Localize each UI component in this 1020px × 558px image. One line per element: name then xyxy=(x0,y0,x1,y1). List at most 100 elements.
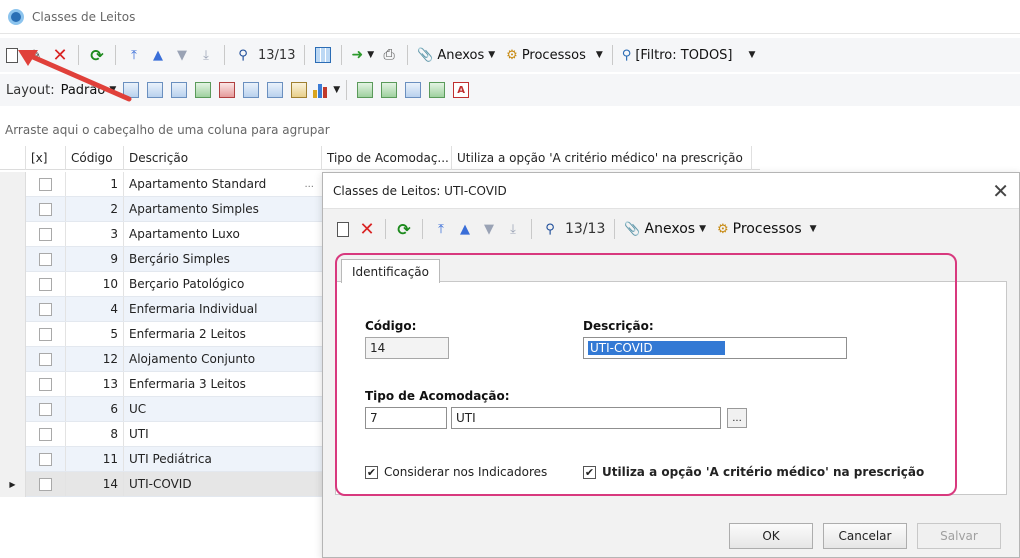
dialog-new-button[interactable] xyxy=(334,218,352,240)
filter-icon: ⚲ xyxy=(621,47,632,63)
column-header-description[interactable]: Descrição xyxy=(124,146,322,170)
cell-description: Enfermaria 3 Leitos xyxy=(129,377,246,391)
previous-record-button[interactable]: ▲ xyxy=(149,44,167,66)
cell-description: Berçario Patológico xyxy=(129,277,245,291)
save-button[interactable]: Salvar xyxy=(917,523,1001,549)
table-row[interactable]: 1 Apartamento Standard... xyxy=(0,172,322,197)
row-checkbox[interactable] xyxy=(39,227,52,241)
code-field[interactable]: 14 xyxy=(365,337,449,359)
table-row[interactable]: 5 Enfermaria 2 Leitos xyxy=(0,322,322,347)
cell-description: Berçário Simples xyxy=(129,252,230,266)
cell-ellipsis[interactable]: ... xyxy=(304,179,314,190)
row-checkbox[interactable] xyxy=(39,177,52,191)
row-indicator xyxy=(0,297,26,322)
processes-button[interactable]: ⚙ Processos ▼ xyxy=(506,44,603,66)
table-row[interactable]: 4 Enfermaria Individual xyxy=(0,297,322,322)
delete-icon: ✕ xyxy=(52,44,68,66)
chart-icon[interactable] xyxy=(313,82,328,98)
filter-row-icon[interactable] xyxy=(243,82,260,98)
description-field[interactable]: UTI-COVID xyxy=(583,337,847,359)
row-checkbox[interactable] xyxy=(39,452,52,466)
first-record-button[interactable]: ⤒ xyxy=(125,44,143,66)
dialog-previous-button[interactable]: ▲ xyxy=(456,218,474,240)
row-checkbox[interactable] xyxy=(39,277,52,291)
tab-identification[interactable]: Identificação xyxy=(341,259,440,283)
previous-icon: ▲ xyxy=(460,221,470,237)
toolbar-separator xyxy=(304,45,306,65)
layout-save-icon[interactable] xyxy=(123,82,140,98)
accommodation-type-code-field[interactable]: 7 xyxy=(365,407,447,429)
chevron-down-icon[interactable]: ▼ xyxy=(333,85,340,95)
import-grid-icon[interactable] xyxy=(219,82,236,98)
attachments-button[interactable]: 📎 Anexos ▼ xyxy=(417,44,495,66)
accommodation-lookup-button[interactable]: ... xyxy=(727,408,747,428)
layout-preset-dropdown[interactable]: Padrão ▼ xyxy=(61,79,117,101)
column-header-accommodation-type[interactable]: Tipo de Acomodaç...▲ xyxy=(322,146,452,170)
dialog-next-button[interactable]: ▼ xyxy=(480,218,498,240)
dialog-processes-button[interactable]: ⚙ Processos ▼ xyxy=(717,218,817,240)
cell-code: 4 xyxy=(66,297,124,321)
dialog-first-button[interactable]: ⤒ xyxy=(432,218,450,240)
table-row[interactable]: 2 Apartamento Simples xyxy=(0,197,322,222)
table-row[interactable]: 10 Berçario Patológico xyxy=(0,272,322,297)
table-row[interactable]: ▶ 14 UTI-COVID xyxy=(0,472,322,497)
close-icon[interactable]: ✕ xyxy=(992,179,1009,203)
print-button[interactable]: ⎙ xyxy=(380,44,398,66)
grid-view-button[interactable] xyxy=(314,44,332,66)
row-checkbox[interactable] xyxy=(39,302,52,316)
row-checkbox[interactable] xyxy=(39,377,52,391)
refresh-button[interactable]: ⟳ xyxy=(88,44,106,66)
view-table-icon[interactable] xyxy=(405,82,422,98)
column-header-code[interactable]: Código xyxy=(66,146,124,170)
consider-indicators-checkbox[interactable]: ✔ Considerar nos Indicadores xyxy=(365,465,547,479)
filter-button[interactable]: ⚲ [Filtro: TODOS] ▼ xyxy=(622,44,756,66)
table-row[interactable]: 9 Berçário Simples xyxy=(0,247,322,272)
font-icon[interactable]: A xyxy=(453,82,470,98)
filter-label: [Filtro: TODOS] xyxy=(635,47,733,63)
columns-icon[interactable] xyxy=(171,82,188,98)
delete-record-button[interactable]: ✕ xyxy=(51,44,69,66)
row-checkbox[interactable] xyxy=(39,252,52,266)
dialog-refresh-button[interactable]: ⟳ xyxy=(395,218,413,240)
new-record-button[interactable] xyxy=(3,44,21,66)
last-record-button[interactable]: ⤓ xyxy=(197,44,215,66)
export-grid-icon[interactable] xyxy=(195,82,212,98)
table-row[interactable]: 3 Apartamento Luxo xyxy=(0,222,322,247)
table-row[interactable]: 11 UTI Pediátrica xyxy=(0,447,322,472)
row-checkbox[interactable] xyxy=(39,477,52,491)
row-checkbox[interactable] xyxy=(39,202,52,216)
table-row[interactable]: 6 UC xyxy=(0,397,322,422)
row-checkbox[interactable] xyxy=(39,427,52,441)
row-checkbox[interactable] xyxy=(39,402,52,416)
sum-icon[interactable] xyxy=(267,82,284,98)
refresh-icon: ⟳ xyxy=(397,219,411,239)
table-row[interactable]: 8 UTI xyxy=(0,422,322,447)
column-header-medical-criteria[interactable]: Utiliza a opção 'A critério médico' na p… xyxy=(452,146,752,170)
first-icon: ⤒ xyxy=(438,221,444,237)
edit-record-button[interactable]: ✎ xyxy=(27,44,45,66)
view-green-alt-icon[interactable] xyxy=(381,82,398,98)
table-row[interactable]: 13 Enfermaria 3 Leitos xyxy=(0,372,322,397)
layout-load-icon[interactable] xyxy=(147,82,164,98)
search-button[interactable]: ⚲ xyxy=(234,44,252,66)
view-card-icon[interactable] xyxy=(429,82,446,98)
row-checkbox[interactable] xyxy=(39,352,52,366)
layout-toolbar: Layout: Padrão ▼ ▼ A xyxy=(0,74,1020,106)
dialog-attachments-button[interactable]: 📎 Anexos ▼ xyxy=(624,218,706,240)
row-checkbox[interactable] xyxy=(39,327,52,341)
column-header-select[interactable]: [x] xyxy=(26,146,66,170)
next-record-button[interactable]: ▼ xyxy=(173,44,191,66)
export-button[interactable]: ➜ ▼ xyxy=(351,44,374,66)
chevron-down-icon: ▼ xyxy=(595,50,603,60)
dialog-delete-button[interactable]: ✕ xyxy=(358,218,376,240)
dialog-last-button[interactable]: ⤓ xyxy=(504,218,522,240)
medical-criteria-checkbox[interactable]: ✔ Utiliza a opção 'A critério médico' na … xyxy=(583,465,924,479)
accommodation-type-name-field[interactable]: UTI xyxy=(451,407,721,429)
ok-button[interactable]: OK xyxy=(729,523,813,549)
view-green-icon[interactable] xyxy=(357,82,374,98)
cancel-button[interactable]: Cancelar xyxy=(823,523,907,549)
dialog-search-button[interactable]: ⚲ xyxy=(541,218,559,240)
main-toolbar: ✎ ✕ ⟳ ⤒ ▲ ▼ ⤓ ⚲ 13/13 ➜ ▼ ⎙ 📎 Anexos ▼ ⚙ Pro… xyxy=(0,38,1020,72)
format-icon[interactable] xyxy=(291,82,308,98)
table-row[interactable]: 12 Alojamento Conjunto xyxy=(0,347,322,372)
